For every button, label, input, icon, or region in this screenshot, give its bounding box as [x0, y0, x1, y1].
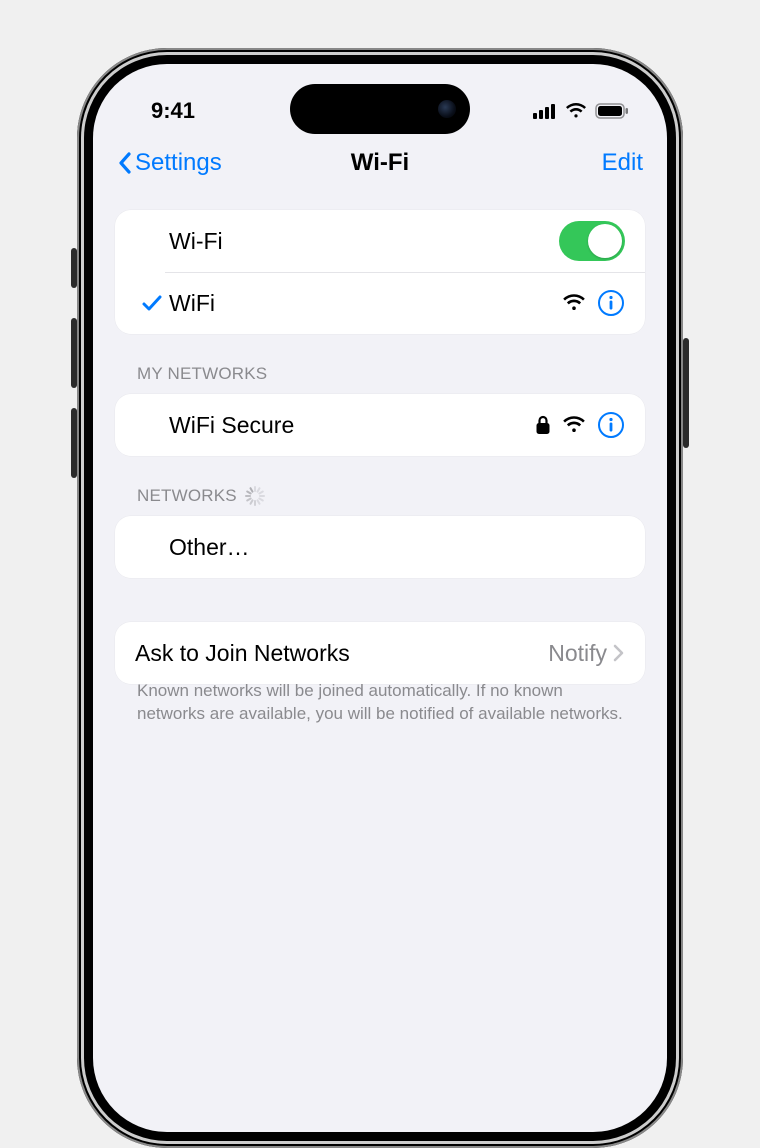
wifi-toggle-card: Wi-Fi WiFi [115, 210, 645, 334]
networks-header-label: NETWORKS [137, 486, 237, 506]
networks-header: NETWORKS [115, 486, 645, 516]
front-camera [438, 100, 456, 118]
ask-to-join-card: Ask to Join Networks Notify [115, 622, 645, 684]
other-network-row[interactable]: Other… [115, 516, 645, 578]
chevron-left-icon [117, 151, 133, 175]
my-networks-card: WiFi Secure [115, 394, 645, 456]
wifi-toggle-label: Wi-Fi [169, 228, 223, 255]
cellular-icon [533, 103, 557, 119]
connected-network-name: WiFi [169, 290, 215, 317]
footer-text: Known networks will be joined automatica… [115, 680, 645, 750]
edit-button[interactable]: Edit [602, 149, 643, 177]
back-button[interactable]: Settings [117, 149, 222, 177]
wifi-toggle[interactable] [559, 221, 625, 261]
spinner-icon [245, 486, 265, 506]
my-networks-header-label: MY NETWORKS [137, 364, 267, 384]
connected-network-row[interactable]: WiFi [115, 272, 645, 334]
back-label: Settings [135, 149, 222, 177]
side-button [71, 248, 77, 288]
network-name: WiFi Secure [169, 412, 294, 439]
ask-to-join-row[interactable]: Ask to Join Networks Notify [115, 622, 645, 684]
nav-bar: Settings Wi-Fi Edit [93, 134, 667, 192]
dynamic-island [290, 84, 470, 134]
checkmark-icon [135, 292, 169, 314]
wifi-signal-icon [563, 416, 585, 434]
battery-icon [595, 103, 629, 119]
wifi-toggle-row: Wi-Fi [115, 210, 645, 272]
chevron-right-icon [613, 644, 625, 662]
phone-frame: 9:41 [77, 48, 683, 1148]
wifi-signal-icon [563, 294, 585, 312]
lock-icon [535, 415, 551, 435]
network-row[interactable]: WiFi Secure [115, 394, 645, 456]
other-label: Other… [169, 534, 250, 561]
power-button [683, 338, 689, 448]
my-networks-header: MY NETWORKS [115, 364, 645, 394]
info-icon[interactable] [597, 411, 625, 439]
status-time: 9:41 [151, 98, 195, 124]
volume-up-button [71, 318, 77, 388]
wifi-status-icon [565, 103, 587, 119]
volume-down-button [71, 408, 77, 478]
ask-to-join-value: Notify [548, 640, 607, 667]
networks-card: Other… [115, 516, 645, 578]
info-icon[interactable] [597, 289, 625, 317]
ask-to-join-label: Ask to Join Networks [135, 640, 350, 667]
screen: 9:41 [93, 64, 667, 1132]
